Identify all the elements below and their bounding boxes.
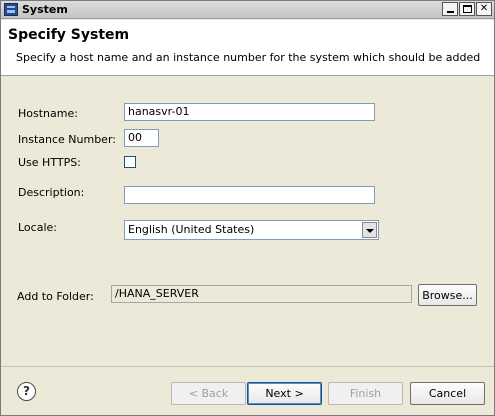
browse-button[interactable]: Browse... <box>418 284 477 306</box>
title-bar[interactable]: System ✕ <box>1 1 494 19</box>
system-window-icon <box>4 3 18 16</box>
window-title: System <box>22 3 68 16</box>
maximize-button[interactable] <box>459 2 475 16</box>
locale-select[interactable]: English (United States) <box>124 220 379 240</box>
add-to-folder-label: Add to Folder: <box>17 290 94 303</box>
finish-button[interactable]: Finish <box>328 382 403 405</box>
page-title: Specify System <box>8 27 130 43</box>
minimize-icon <box>446 11 454 13</box>
instance-number-input[interactable]: 00 <box>124 129 159 147</box>
locale-label: Locale: <box>18 221 57 234</box>
use-https-checkbox[interactable] <box>124 156 136 168</box>
hostname-label: Hostname: <box>18 107 78 120</box>
system-dialog: System ✕ Specify System Specify a host n… <box>0 0 495 416</box>
help-icon[interactable]: ? <box>17 382 36 401</box>
back-button[interactable]: < Back <box>171 382 246 405</box>
use-https-label: Use HTTPS: <box>18 156 81 169</box>
footer-separator <box>1 366 494 367</box>
next-button[interactable]: Next > <box>247 382 322 405</box>
maximize-icon <box>462 5 472 13</box>
locale-selected-value: English (United States) <box>128 223 255 236</box>
wizard-header: Specify System Specify a host name and a… <box>1 20 494 76</box>
folder-path-field: /HANA_SERVER <box>111 285 412 303</box>
hostname-input[interactable]: hanasvr-01 <box>124 103 375 121</box>
description-label: Description: <box>18 186 85 199</box>
close-icon: ✕ <box>479 3 489 14</box>
cancel-button[interactable]: Cancel <box>410 382 485 405</box>
close-button[interactable]: ✕ <box>476 2 492 16</box>
minimize-button[interactable] <box>442 2 458 16</box>
chevron-down-icon[interactable] <box>362 222 377 238</box>
description-input[interactable] <box>124 186 375 204</box>
instance-number-label: Instance Number: <box>18 133 116 146</box>
page-description: Specify a host name and an instance numb… <box>16 51 481 64</box>
